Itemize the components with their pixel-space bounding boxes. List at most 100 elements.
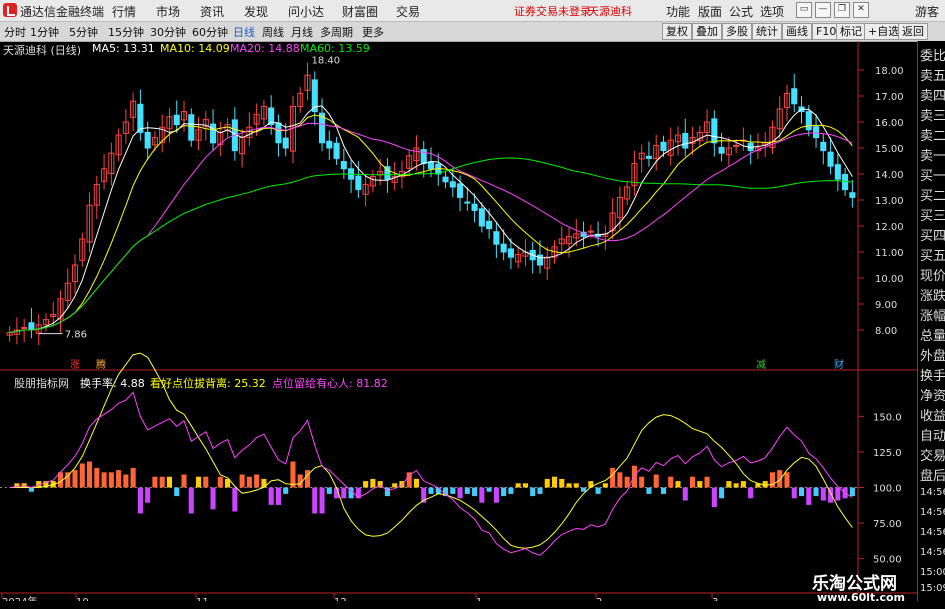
candle-body — [275, 122, 282, 144]
side-label-auto[interactable]: 自动 — [920, 425, 945, 444]
period-15min[interactable]: 15分钟 — [108, 24, 144, 40]
turnover-value: 换手率: 4.88 — [80, 377, 145, 390]
menu-item-gongshi[interactable]: 公式 — [729, 3, 753, 20]
candle-body — [340, 161, 347, 170]
ma5-line — [9, 105, 853, 334]
menu-item-caifuquan[interactable]: 财富圈 — [342, 3, 378, 20]
side-time-6: 15:09 — [920, 583, 945, 594]
turnover-bar — [341, 487, 347, 499]
ma20-legend: MA20: 14.88 — [230, 42, 300, 55]
turnover-bar — [319, 487, 325, 514]
period-daily[interactable]: 日线 — [233, 24, 255, 40]
menu-item-hangqing[interactable]: 行情 — [112, 3, 136, 20]
period-30min[interactable]: 30分钟 — [150, 24, 186, 40]
menu-item-faxian[interactable]: 发现 — [244, 3, 268, 20]
guest-login[interactable]: 游客 — [915, 3, 939, 20]
price-tick-label: 10.00 — [875, 274, 904, 285]
turnover-bar — [610, 467, 616, 488]
candle-body — [449, 181, 456, 188]
turnover-bar — [508, 487, 514, 494]
current-stock-notice: 天源迪科 — [588, 5, 632, 18]
price-tick-label: 9.00 — [875, 300, 897, 311]
menu-item-shichang[interactable]: 市场 — [156, 3, 180, 20]
turnover-bar — [363, 481, 369, 488]
menu-item-jiaoyi[interactable]: 交易 — [396, 3, 420, 20]
quote-side-panel: 委比 卖五 卖四 卖三 卖二 卖一 买一 买二 买三 买四 买五 现价 涨跌 涨… — [917, 41, 945, 601]
period-weekly[interactable]: 周线 — [262, 24, 284, 40]
menu-item-banmian[interactable]: 版面 — [698, 3, 722, 20]
fuquan-button[interactable]: 复权 — [662, 23, 692, 40]
turnover-bar — [232, 487, 238, 512]
side-label-eps: 收益 — [920, 409, 945, 424]
period-1min[interactable]: 1分钟 — [30, 24, 59, 40]
tongji-button[interactable]: 统计 — [752, 23, 782, 40]
candle-body — [464, 201, 471, 204]
turnover-bar — [166, 476, 173, 488]
turnover-bar — [581, 487, 587, 492]
turnover-bars-group — [14, 461, 855, 514]
turnover-bar — [203, 476, 209, 488]
layout-window-icon[interactable]: ▭ — [796, 2, 812, 18]
candle-body — [493, 231, 500, 245]
back-button[interactable]: 返回 — [898, 23, 928, 40]
candle-body — [188, 114, 195, 141]
side-label-trade[interactable]: 交易 — [920, 445, 945, 464]
indicator-name[interactable]: 股朋指标网 — [14, 375, 69, 391]
sub-tick-label: 50.00 — [873, 555, 902, 566]
turnover-bar — [646, 487, 652, 494]
turnover-bar — [268, 487, 274, 505]
candle-body — [718, 146, 725, 154]
duogu-button[interactable]: 多股 — [722, 23, 752, 40]
period-fenshi[interactable]: 分时 — [4, 24, 26, 40]
turnover-bar — [726, 481, 732, 488]
candle-body — [210, 123, 217, 144]
turnover-bar — [711, 487, 717, 508]
side-label-after[interactable]: 盘后 — [920, 465, 945, 484]
period-monthly[interactable]: 月线 — [291, 24, 313, 40]
huaxian-button[interactable]: 画线 — [782, 23, 812, 40]
turnover-bar — [123, 474, 129, 488]
side-label-buy4: 买四 — [920, 229, 945, 244]
period-5min[interactable]: 5分钟 — [69, 24, 98, 40]
biaoji-button[interactable]: 标记 — [836, 23, 866, 40]
price-tick-label: 11.00 — [875, 248, 904, 259]
minimize-icon[interactable]: — — [815, 2, 831, 18]
turnover-bar — [660, 487, 667, 494]
kline-chart[interactable]: 18.0017.0016.0015.0014.0013.0012.0011.00… — [0, 41, 917, 601]
price-tick-label: 14.00 — [875, 170, 904, 181]
restore-icon[interactable]: ❐ — [834, 2, 850, 18]
period-more[interactable]: 更多 — [362, 24, 384, 40]
period-multi[interactable]: 多周期 — [320, 24, 353, 40]
turnover-bar — [457, 487, 463, 499]
turnover-bar — [472, 487, 478, 497]
trade-login-notice[interactable]: 证券交易未登录 — [514, 3, 591, 19]
turnover-bar — [835, 487, 841, 501]
x-axis-label: 11 — [196, 597, 209, 601]
diejia-button[interactable]: 叠加 — [692, 23, 722, 40]
candle-body — [457, 183, 464, 198]
candle-body — [587, 230, 594, 233]
turnover-bar — [210, 487, 216, 510]
side-time-4: 14:56 — [920, 547, 945, 558]
period-60min[interactable]: 60分钟 — [192, 24, 228, 40]
ma-lines-group — [9, 105, 853, 334]
turnover-bar — [94, 467, 100, 488]
menu-item-zixun[interactable]: 资讯 — [200, 3, 224, 20]
turnover-bar — [639, 476, 645, 488]
x-axis-label: 3 — [712, 597, 718, 601]
candle-body — [645, 155, 652, 159]
candle-body — [355, 175, 362, 191]
stock-title: 天源迪科 (日线) — [3, 44, 82, 57]
turnover-bar — [740, 481, 746, 488]
turnover-bar — [188, 487, 194, 514]
side-time-1: 14:56 — [920, 487, 945, 498]
side-label-sell4: 卖四 — [920, 89, 945, 104]
x-axis-label: 10 — [76, 597, 89, 601]
turnover-bar — [522, 483, 528, 488]
turnover-bar — [174, 487, 180, 497]
ma5-legend: MA5: 13.31 — [92, 42, 155, 55]
menu-item-wenxiaoda[interactable]: 问小达 — [288, 3, 324, 20]
close-icon[interactable]: ✕ — [853, 2, 869, 18]
menu-item-xuanxiang[interactable]: 选项 — [760, 3, 784, 20]
menu-item-gongneng[interactable]: 功能 — [666, 3, 690, 20]
